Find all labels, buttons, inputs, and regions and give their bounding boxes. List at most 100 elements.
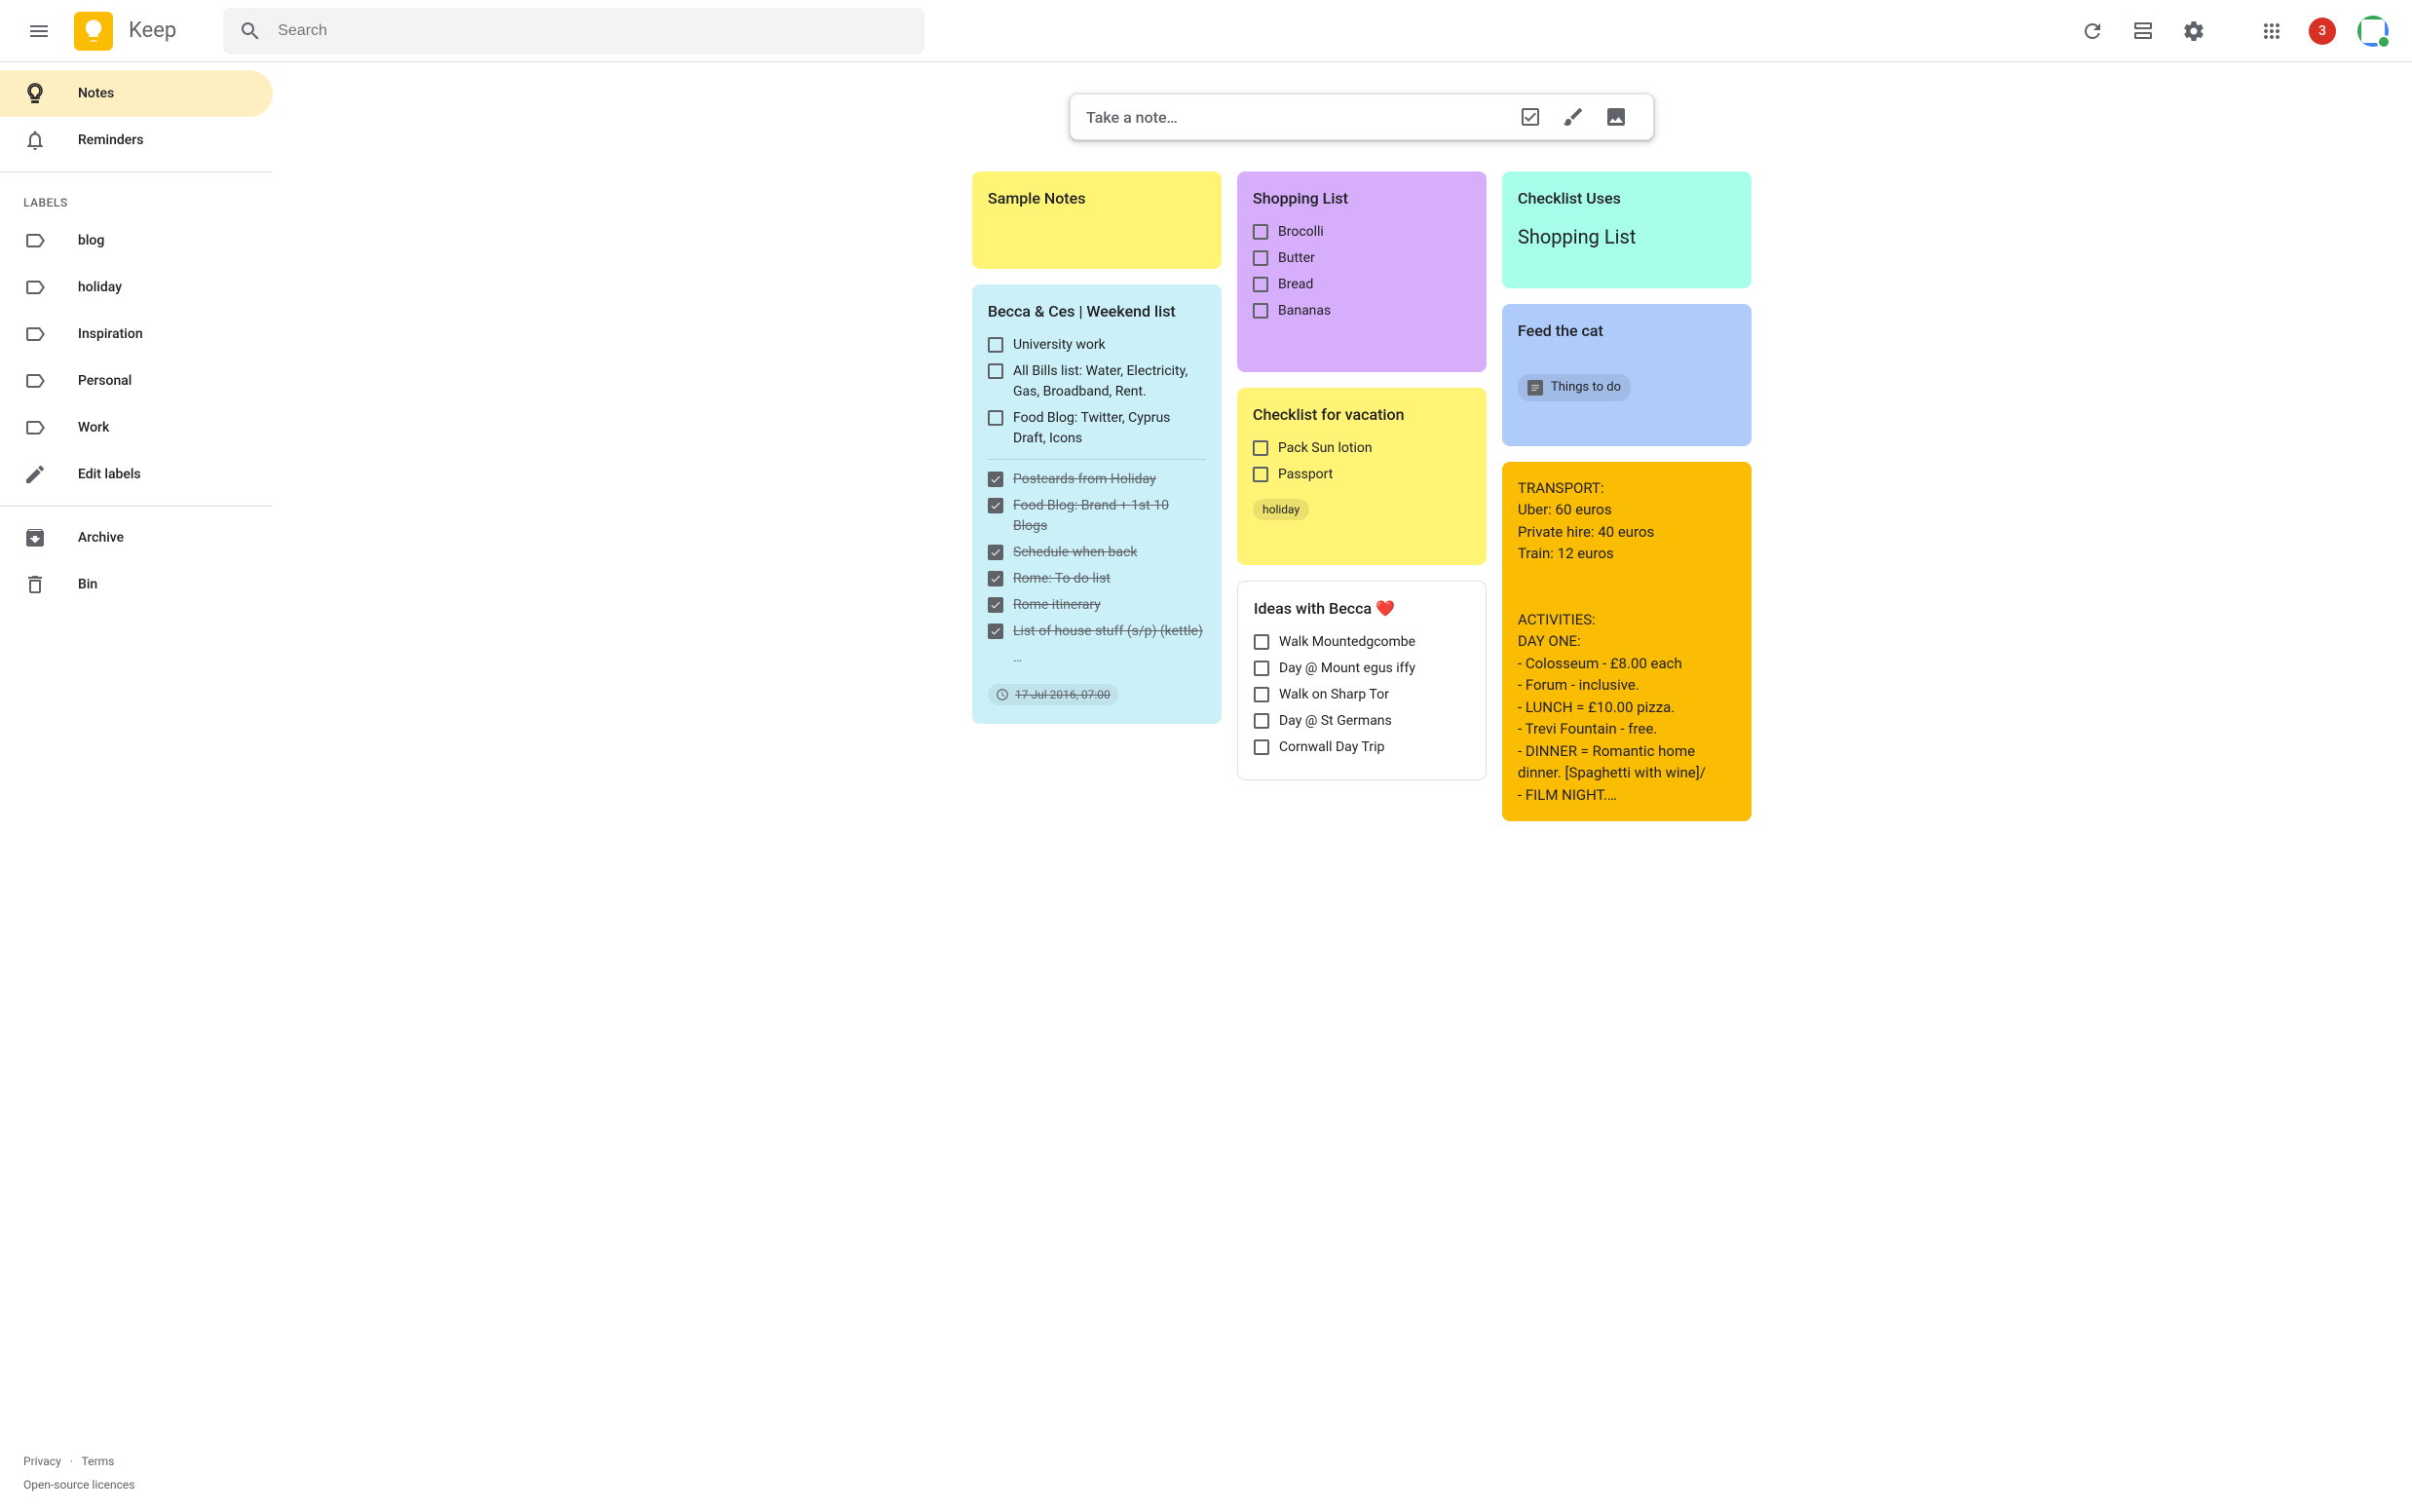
list-view-button[interactable]	[2120, 8, 2167, 55]
notifications-button[interactable]: 3	[2299, 8, 2346, 55]
notification-badge: 3	[2309, 18, 2336, 45]
reminder-chip[interactable]: 17 Jul 2016, 07:00	[988, 684, 1118, 705]
product-name: Keep	[129, 19, 176, 43]
checklist-item-done[interactable]: Schedule when back	[988, 543, 1206, 563]
note-title: Checklist for vacation	[1253, 403, 1471, 427]
licenses-link[interactable]: Open-source licences	[23, 1478, 134, 1492]
checklist-item[interactable]: Brocolli	[1253, 222, 1471, 243]
label-icon	[23, 276, 47, 299]
sidebar-item-reminders[interactable]: Reminders	[0, 117, 273, 164]
account-button[interactable]	[2350, 8, 2396, 55]
sidebar-item-label: Edit labels	[78, 467, 141, 482]
sidebar-item-label-holiday[interactable]: holiday	[0, 264, 273, 311]
search-button[interactable]	[231, 12, 270, 51]
sidebar-item-label-inspiration[interactable]: Inspiration	[0, 311, 273, 358]
note-card[interactable]: Sample Notes	[972, 171, 1222, 269]
note-card[interactable]: Shopping List Brocolli Butter Bread Bana…	[1237, 171, 1487, 372]
note-card[interactable]: Ideas with Becca ❤️ Walk Mountedgcombe D…	[1237, 581, 1487, 780]
pencil-icon	[23, 463, 47, 486]
checklist-item[interactable]: Passport	[1253, 465, 1471, 485]
checklist-item[interactable]: University work	[988, 335, 1206, 356]
checkbox-icon	[1519, 105, 1542, 129]
refresh-icon	[2081, 19, 2104, 43]
note-title: Ideas with Becca ❤️	[1254, 597, 1470, 621]
checklist-item[interactable]: Bananas	[1253, 301, 1471, 321]
notes-grid: Sample Notes Becca & Ces | Weekend list …	[972, 171, 1752, 821]
labels-header: LABELS	[0, 180, 273, 217]
sidebar-item-notes[interactable]: Notes	[0, 70, 273, 117]
main-menu-button[interactable]	[16, 8, 62, 55]
note-card[interactable]: Checklist for vacation Pack Sun lotion P…	[1237, 388, 1487, 565]
label-icon	[23, 229, 47, 252]
label-icon	[23, 416, 47, 439]
checklist-item[interactable]: Day @ Mount egus iffy	[1254, 659, 1470, 679]
take-note-bar[interactable]: Take a note…	[1070, 94, 1654, 140]
apps-button[interactable]	[2248, 8, 2295, 55]
checklist-item[interactable]: Cornwall Day Trip	[1254, 737, 1470, 758]
archive-icon	[23, 526, 47, 549]
apps-grid-icon	[2260, 19, 2283, 43]
checklist-item-done[interactable]: List of house stuff (s/p) (kettle)	[988, 622, 1206, 642]
checklist-item[interactable]: Pack Sun lotion	[1253, 438, 1471, 459]
more-indicator: …	[988, 648, 1206, 668]
sidebar-item-label: Reminders	[78, 132, 143, 148]
sidebar-item-archive[interactable]: Archive	[0, 514, 273, 561]
note-card[interactable]: Becca & Ces | Weekend list University wo…	[972, 284, 1222, 724]
sidebar-item-bin[interactable]: Bin	[0, 561, 273, 608]
sidebar-item-label-personal[interactable]: Personal	[0, 358, 273, 404]
note-card[interactable]: Feed the cat Things to do	[1502, 304, 1752, 446]
terms-link[interactable]: Terms	[82, 1455, 115, 1468]
sidebar-item-label: Notes	[78, 86, 114, 101]
header: Keep 3	[0, 0, 2412, 62]
checklist-item-done[interactable]: Postcards from Holiday	[988, 470, 1206, 490]
search-icon	[239, 19, 262, 43]
doc-chip[interactable]: Things to do	[1518, 374, 1631, 401]
checklist-item[interactable]: Butter	[1253, 248, 1471, 269]
checklist-item-done[interactable]: Rome itinerary	[988, 595, 1206, 616]
checklist-item[interactable]: Walk on Sharp Tor	[1254, 685, 1470, 705]
sidebar-item-label: Work	[78, 420, 109, 435]
sidebar-item-edit-labels[interactable]: Edit labels	[0, 451, 273, 498]
checklist-item[interactable]: All Bills list: Water, Electricity, Gas,…	[988, 361, 1206, 402]
note-body: Shopping List	[1518, 222, 1736, 251]
checklist-item[interactable]: Walk Mountedgcombe	[1254, 632, 1470, 653]
trash-icon	[23, 573, 47, 596]
checklist-item-done[interactable]: Food Blog: Brand + 1st 10 Blogs	[988, 496, 1206, 537]
note-card[interactable]: TRANSPORT: Uber: 60 euros Private hire: …	[1502, 462, 1752, 822]
refresh-button[interactable]	[2069, 8, 2116, 55]
avatar	[2357, 16, 2389, 47]
take-note-placeholder: Take a note…	[1086, 108, 1509, 127]
checklist-item-done[interactable]: Rome: To do list	[988, 569, 1206, 589]
note-title: Shopping List	[1253, 187, 1471, 210]
note-title: Sample Notes	[988, 187, 1206, 210]
note-title: Checklist Uses	[1518, 187, 1736, 210]
sidebar-item-label: Archive	[78, 530, 124, 546]
brush-icon	[1562, 105, 1585, 129]
new-checklist-button[interactable]	[1509, 95, 1552, 138]
search-bar[interactable]	[223, 8, 924, 55]
note-card[interactable]: Checklist Uses Shopping List	[1502, 171, 1752, 288]
privacy-link[interactable]: Privacy	[23, 1455, 61, 1468]
sidebar: Notes Reminders LABELS blog holiday Insp…	[0, 62, 273, 1512]
sidebar-item-label-work[interactable]: Work	[0, 404, 273, 451]
note-title: Feed the cat	[1518, 320, 1736, 343]
checklist-item[interactable]: Day @ St Germans	[1254, 711, 1470, 732]
sidebar-item-label-blog[interactable]: blog	[0, 217, 273, 264]
settings-button[interactable]	[2170, 8, 2217, 55]
new-drawing-button[interactable]	[1552, 95, 1595, 138]
document-icon	[1527, 380, 1543, 396]
sidebar-item-label: Personal	[78, 373, 132, 389]
note-body: TRANSPORT: Uber: 60 euros Private hire: …	[1518, 477, 1736, 807]
lightbulb-icon	[23, 82, 47, 105]
sidebar-item-label: Bin	[78, 577, 97, 592]
lightbulb-icon	[80, 18, 107, 45]
search-input[interactable]	[270, 22, 917, 40]
checklist-item[interactable]: Food Blog: Twitter, Cyprus Draft, Icons	[988, 408, 1206, 449]
new-image-button[interactable]	[1595, 95, 1638, 138]
sidebar-item-label: holiday	[78, 280, 122, 295]
sidebar-item-label: blog	[78, 233, 104, 248]
sidebar-footer: Privacy · Terms Open-source licences	[0, 1434, 273, 1512]
checklist-item[interactable]: Bread	[1253, 275, 1471, 295]
label-chip[interactable]: holiday	[1253, 499, 1309, 520]
keep-logo	[74, 12, 113, 51]
